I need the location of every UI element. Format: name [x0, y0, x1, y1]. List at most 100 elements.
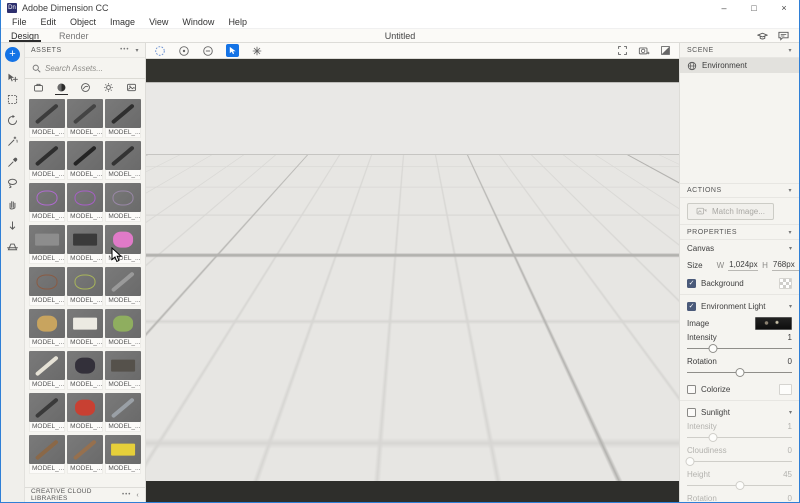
- asset-item[interactable]: MODEL_...: [29, 309, 66, 348]
- asset-item[interactable]: MODEL_...: [105, 225, 142, 264]
- colorize-checkbox[interactable]: [687, 384, 696, 394]
- slider-track[interactable]: [685, 456, 792, 466]
- slider-knob[interactable]: [708, 433, 718, 442]
- tab-design[interactable]: Design: [1, 29, 49, 42]
- colorize-color-swatch[interactable]: [779, 383, 792, 395]
- asset-item[interactable]: MODEL_...: [29, 183, 66, 222]
- menu-help[interactable]: Help: [221, 17, 254, 27]
- sunlight-checkbox[interactable]: [687, 407, 696, 417]
- magic-wand-tool[interactable]: [5, 134, 21, 148]
- assets-collapse-icon[interactable]: ▾: [135, 47, 139, 54]
- models-icon[interactable]: [55, 79, 69, 96]
- asset-item[interactable]: MODEL_...: [67, 141, 104, 180]
- slider-value[interactable]: 1: [788, 422, 792, 431]
- asset-item[interactable]: MODEL_...: [67, 309, 104, 348]
- select-tool[interactable]: [5, 71, 21, 85]
- asset-item[interactable]: MODEL_...: [105, 267, 142, 306]
- asset-item[interactable]: MODEL_...: [67, 183, 104, 222]
- asset-item[interactable]: MODEL_...: [105, 435, 142, 474]
- asset-item[interactable]: MODEL_...: [29, 393, 66, 432]
- environment-image-thumbnail[interactable]: [755, 317, 792, 330]
- width-field[interactable]: 1,024px: [728, 260, 759, 271]
- asset-item[interactable]: MODEL_...: [67, 99, 104, 138]
- tab-render[interactable]: Render: [49, 29, 99, 42]
- menu-image[interactable]: Image: [103, 17, 142, 27]
- lights-icon[interactable]: [103, 79, 114, 96]
- asset-item[interactable]: MODEL_...: [29, 99, 66, 138]
- asset-item[interactable]: MODEL_...: [29, 225, 66, 264]
- environment-light-checkbox[interactable]: ✓: [687, 301, 696, 311]
- asset-item[interactable]: MODEL_...: [67, 393, 104, 432]
- properties-panel-header[interactable]: PROPERTIES ▾: [680, 225, 799, 240]
- asset-item[interactable]: MODEL_...: [67, 267, 104, 306]
- scene-wand-tool[interactable]: [251, 45, 263, 57]
- cc-libraries-bar[interactable]: CREATIVE CLOUD LIBRARIES ••• ‹: [25, 487, 145, 502]
- scene-panel-header[interactable]: SCENE ▾: [680, 43, 799, 58]
- asset-item[interactable]: MODEL_...: [29, 267, 66, 306]
- asset-item[interactable]: MODEL_...: [67, 351, 104, 390]
- asset-item[interactable]: MODEL_...: [105, 99, 142, 138]
- slider-knob[interactable]: [685, 457, 695, 466]
- search-input[interactable]: [45, 63, 125, 73]
- slider-track[interactable]: [687, 480, 792, 490]
- asset-item[interactable]: MODEL_...: [67, 435, 104, 474]
- learn-icon[interactable]: [757, 31, 768, 41]
- render-preview-icon[interactable]: [660, 45, 671, 56]
- menu-object[interactable]: Object: [63, 17, 103, 27]
- dolly-zoom-tool[interactable]: [202, 45, 214, 57]
- asset-item[interactable]: MODEL_...: [67, 225, 104, 264]
- 3d-canvas[interactable]: [146, 59, 679, 502]
- scene-item-environment[interactable]: Environment: [680, 58, 799, 73]
- asset-item[interactable]: MODEL_...: [105, 309, 142, 348]
- starter-assets-icon[interactable]: [33, 79, 44, 96]
- slider-value[interactable]: 0: [788, 494, 792, 502]
- menu-file[interactable]: File: [5, 17, 34, 27]
- background-checkbox[interactable]: ✓: [687, 278, 696, 288]
- canvas-section[interactable]: Canvas ▾: [680, 240, 799, 256]
- slider-track[interactable]: [687, 343, 792, 353]
- match-image-button[interactable]: Match Image...: [687, 202, 774, 220]
- height-field[interactable]: 768px: [771, 260, 799, 271]
- asset-item[interactable]: MODEL_...: [29, 435, 66, 474]
- slider-knob[interactable]: [735, 481, 744, 490]
- menu-view[interactable]: View: [142, 17, 175, 27]
- cc-expand-icon[interactable]: ‹: [136, 492, 139, 499]
- asset-item[interactable]: MODEL_...: [29, 141, 66, 180]
- images-icon[interactable]: [126, 79, 137, 96]
- maximize-button[interactable]: □: [739, 0, 769, 16]
- slider-value[interactable]: 1: [788, 333, 792, 342]
- cc-menu-icon[interactable]: •••: [122, 492, 131, 498]
- menu-window[interactable]: Window: [175, 17, 221, 27]
- slider-knob[interactable]: [735, 368, 744, 377]
- dolly-tool[interactable]: [5, 218, 21, 232]
- orbit-dashed-tool[interactable]: [154, 45, 166, 57]
- asset-item[interactable]: MODEL_...: [29, 351, 66, 390]
- asset-item[interactable]: MODEL_...: [105, 393, 142, 432]
- actions-panel-header[interactable]: ACTIONS ▾: [680, 183, 799, 198]
- asset-item[interactable]: MODEL_...: [105, 351, 142, 390]
- hand-tool[interactable]: [5, 197, 21, 211]
- feedback-icon[interactable]: [778, 31, 789, 41]
- assets-menu-icon[interactable]: •••: [120, 47, 129, 53]
- slider-value[interactable]: 0: [788, 446, 792, 455]
- slider-track[interactable]: [687, 367, 792, 377]
- add-and-import-button[interactable]: +: [5, 47, 20, 62]
- menu-edit[interactable]: Edit: [34, 17, 64, 27]
- minimize-button[interactable]: –: [709, 0, 739, 16]
- marquee-select-tool[interactable]: [5, 92, 21, 106]
- slider-value[interactable]: 45: [783, 470, 792, 479]
- close-button[interactable]: ×: [769, 0, 799, 16]
- asset-item[interactable]: MODEL_...: [105, 183, 142, 222]
- horizon-tool[interactable]: [5, 239, 21, 253]
- asset-item[interactable]: MODEL_...: [105, 141, 142, 180]
- orbit-tool[interactable]: [178, 45, 190, 57]
- eyedropper-tool[interactable]: [5, 155, 21, 169]
- materials-icon[interactable]: [80, 79, 91, 96]
- slider-track[interactable]: [687, 432, 792, 442]
- slider-knob[interactable]: [708, 344, 718, 353]
- rotate-tool[interactable]: [5, 113, 21, 127]
- select-region-tool[interactable]: [226, 44, 239, 57]
- lasso-tool[interactable]: [5, 176, 21, 190]
- frame-all-icon[interactable]: [617, 45, 628, 56]
- slider-value[interactable]: 0: [788, 357, 792, 366]
